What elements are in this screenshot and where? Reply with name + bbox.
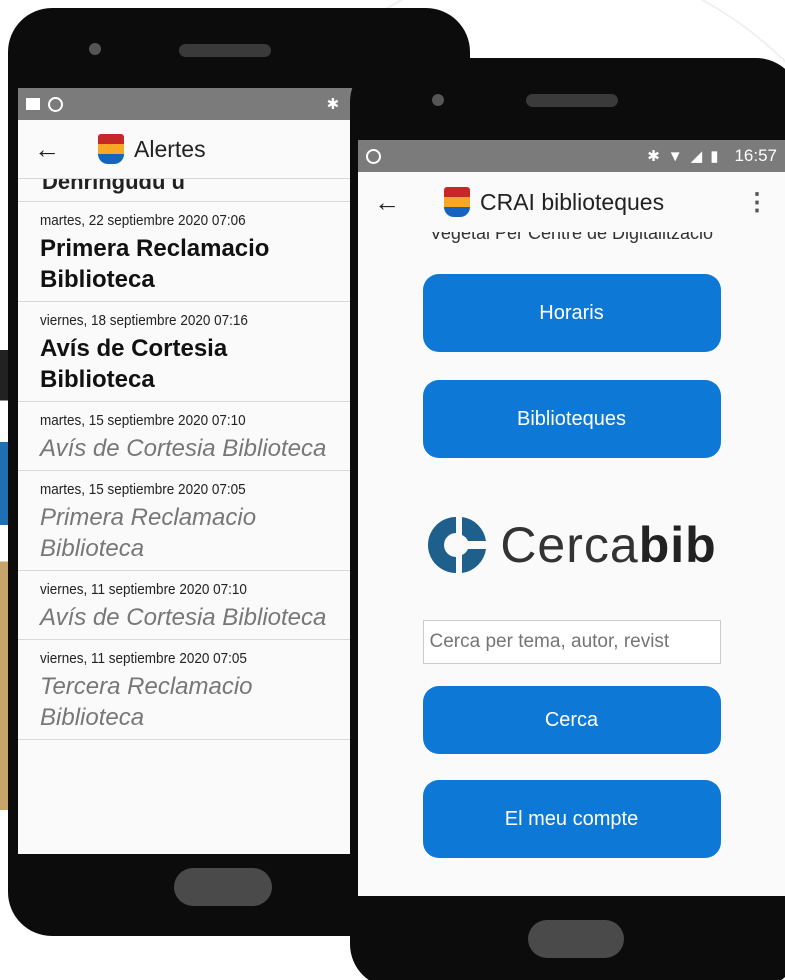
alert-item[interactable]: martes, 15 septiembre 2020 07:10 Avís de… [18,402,378,471]
alert-date: martes, 15 septiembre 2020 07:05 [40,481,246,498]
alert-date: viernes, 11 septiembre 2020 07:10 [40,581,247,598]
overflow-menu-icon[interactable]: ⋮ [745,188,769,217]
camera-icon [432,94,444,106]
alert-title: Primera Reclamacio Biblioteca [40,504,257,562]
status-bar: ✱ ▼ ◢ ▮ 16:57 [358,140,785,172]
alert-cut-title: Denringudu u [18,179,378,202]
app-title: Alertes [134,135,206,162]
university-logo-icon [98,134,124,164]
mockup-stage: ✱ ▼ ← Alertes Denringudu u martes, 22 se… [0,0,785,980]
signal-icon: ◢ [690,148,703,165]
app-title: CRAI biblioteques [480,188,665,215]
speaker-grille [526,94,618,107]
bluetooth-icon: ✱ [326,96,340,113]
status-time: 16:57 [734,146,777,165]
alert-date: martes, 15 septiembre 2020 07:10 [40,412,246,429]
alert-date: viernes, 11 septiembre 2020 07:05 [40,650,247,667]
alert-title: Avís de Cortesia Biblioteca [40,335,228,393]
alert-item[interactable]: viernes, 11 septiembre 2020 07:05 Tercer… [18,640,378,740]
crai-screen: ✱ ▼ ◢ ▮ 16:57 ← CRAI biblioteques ⋮ Vege… [358,140,785,896]
alert-list: Denringudu u martes, 22 septiembre 2020 … [18,179,378,740]
bluetooth-icon: ✱ [647,148,660,165]
whatsapp-icon [366,148,381,164]
image-icon [26,98,40,110]
wifi-icon: ▼ [667,147,683,165]
alert-title: Avís de Cortesia Biblioteca [40,604,327,631]
search-input[interactable] [422,620,721,664]
alert-date: viernes, 18 septiembre 2020 07:16 [40,312,248,329]
university-logo-icon [444,187,470,217]
phone-crai: ✱ ▼ ◢ ▮ 16:57 ← CRAI biblioteques ⋮ Vege… [350,58,785,980]
alert-title: Avís de Cortesia Biblioteca [40,435,327,462]
back-arrow-icon[interactable]: ← [34,134,74,165]
battery-icon: ▮ [710,148,719,165]
home-button[interactable] [528,920,624,958]
biblioteques-button[interactable]: Biblioteques [422,380,721,458]
cut-off-text: Vegetal Per Centre de Digitalització [429,232,714,243]
speaker-grille [179,44,271,57]
home-button[interactable] [174,868,272,906]
whatsapp-icon [48,96,63,112]
app-bar: ← Alertes [18,120,378,179]
alert-title: Primera Reclamacio Biblioteca [40,235,270,293]
alert-date: martes, 22 septiembre 2020 07:06 [40,212,246,229]
alert-item[interactable]: viernes, 11 septiembre 2020 07:10 Avís d… [18,571,378,640]
alert-item[interactable]: martes, 15 septiembre 2020 07:05 Primera… [18,471,378,571]
status-bar: ✱ ▼ [18,88,378,120]
meu-compte-button[interactable]: El meu compte [422,780,721,858]
cerca-button[interactable]: Cerca [422,686,721,754]
back-arrow-icon[interactable]: ← [374,187,414,218]
alert-title: Tercera Reclamacio Biblioteca [40,673,253,731]
alert-item[interactable]: viernes, 18 septiembre 2020 07:16 Avís d… [18,302,378,402]
alert-item[interactable]: martes, 22 septiembre 2020 07:06 Primera… [18,202,378,302]
horaris-button[interactable]: Horaris [422,274,721,352]
cercabib-icon [428,517,487,573]
cercabib-wordmark: Cercabib [500,517,717,573]
camera-icon [89,43,101,55]
cercabib-logo: Cercabib [358,510,785,580]
alertes-screen: ✱ ▼ ← Alertes Denringudu u martes, 22 se… [18,88,378,854]
app-bar: ← CRAI biblioteques ⋮ [358,172,785,232]
